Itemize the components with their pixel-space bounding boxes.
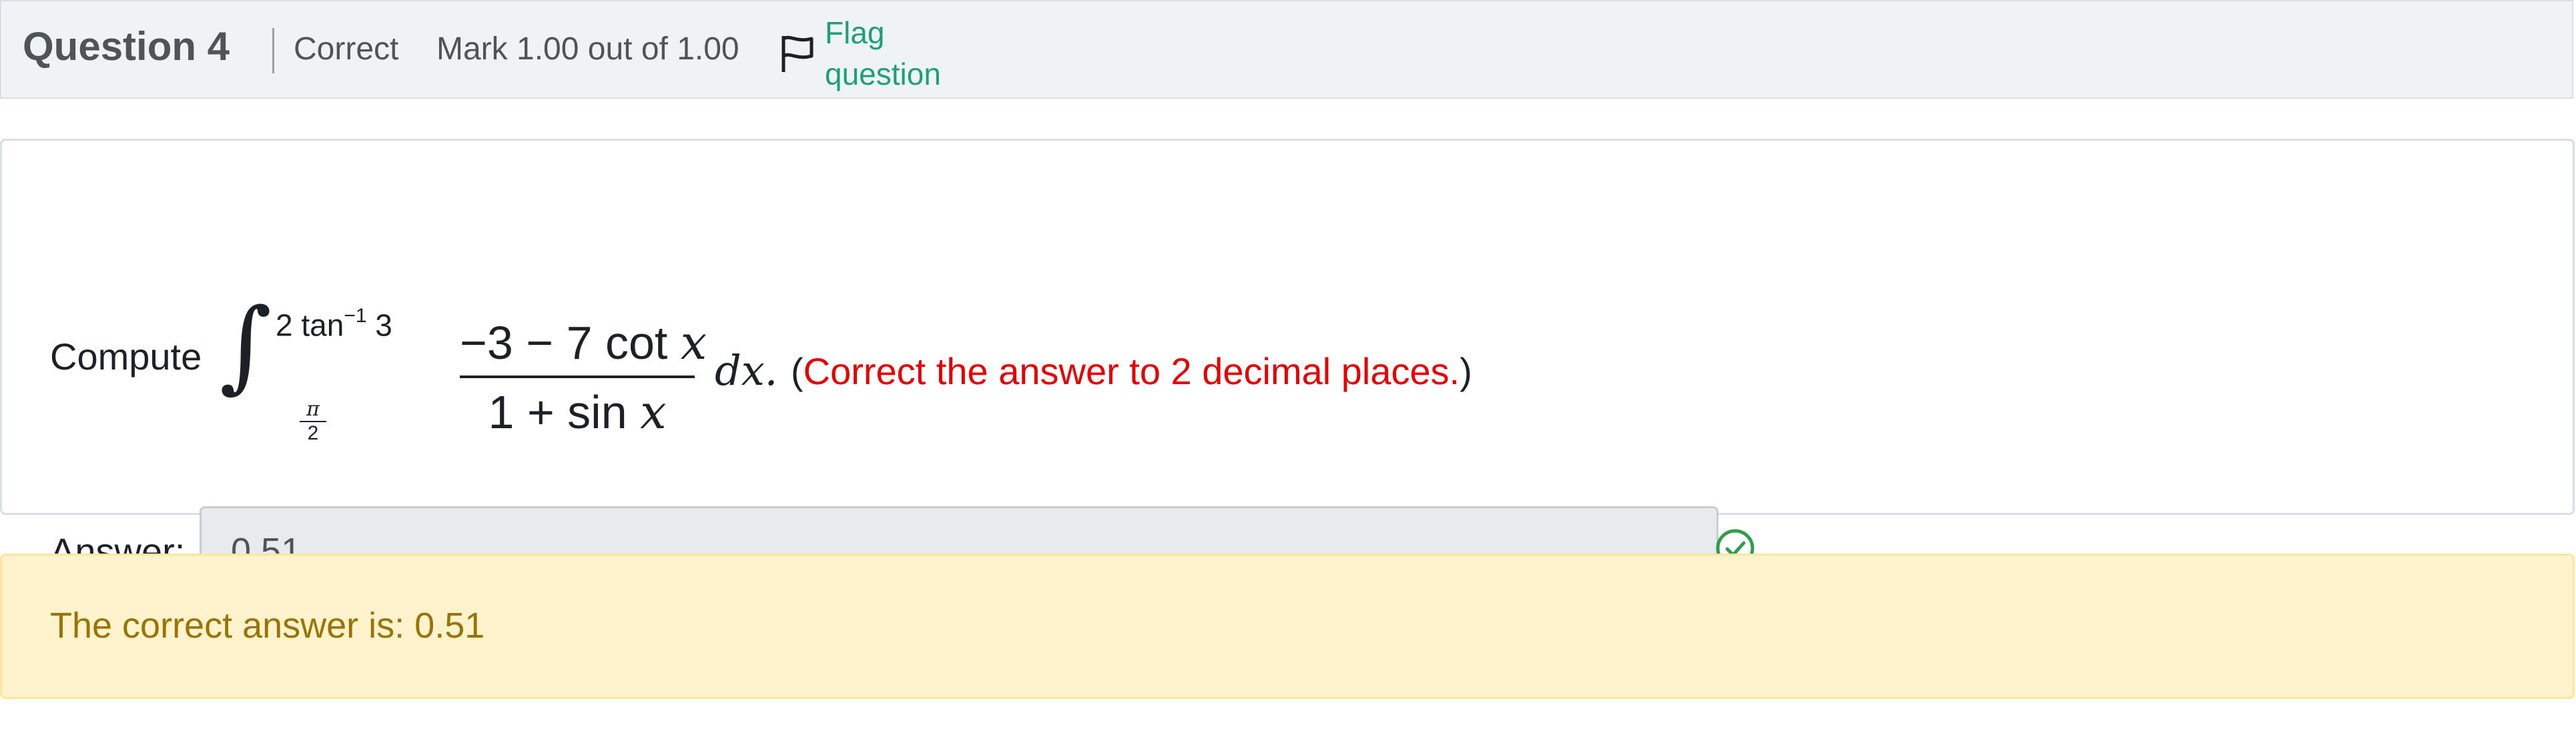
- flag-label-line1: Flag: [825, 15, 885, 50]
- question-text: Compute ∫ 2 tan−1 3 π 2 −3 − 7 cot x 1 +…: [50, 141, 2052, 444]
- numerator-var: x: [680, 315, 707, 370]
- divider: [272, 28, 274, 73]
- denominator-text: 1 + sin: [488, 386, 641, 438]
- numerator: −3 − 7 cot x: [460, 317, 707, 369]
- question-title: Question 4: [23, 24, 230, 69]
- flag-outline-icon[interactable]: [775, 32, 818, 75]
- upper-limit-arg: 3: [366, 307, 392, 343]
- denominator: 1 + sin x: [460, 389, 695, 436]
- correct-answer-text: The correct answer is: 0.51: [50, 606, 485, 646]
- integral-sign: ∫: [220, 287, 272, 404]
- flag-question-link[interactable]: Flag question: [825, 12, 941, 95]
- flag-label-line2: question: [825, 57, 941, 91]
- paren-open: (: [791, 350, 803, 392]
- integrand-fraction: −3 − 7 cot x 1 + sin x: [460, 317, 707, 436]
- formula-row: Compute ∫ 2 tan−1 3 π 2 −3 − 7 cot x 1 +…: [50, 261, 2052, 444]
- instruction: (Correct the answer to 2 decimal places.…: [791, 353, 1472, 390]
- question-info-bar: Question 4 Correct Mark 1.00 out of 1.00…: [0, 0, 2573, 99]
- numerator-text: −3 − 7 cot: [460, 317, 681, 369]
- lower-limit-num: π: [306, 398, 320, 421]
- question-content: Compute ∫ 2 tan−1 3 π 2 −3 − 7 cot x 1 +…: [0, 139, 2575, 596]
- upper-limit-text: 2 tan: [276, 307, 344, 343]
- denominator-var: x: [640, 385, 667, 440]
- question-grade: Mark 1.00 out of 1.00: [436, 31, 739, 67]
- feedback-box: The correct answer is: 0.51: [0, 554, 2575, 699]
- instruction-text: Correct the answer to 2 decimal places.: [803, 350, 1460, 392]
- lower-limit-den: 2: [307, 422, 319, 444]
- paren-close: ): [1460, 350, 1472, 392]
- upper-limit: 2 tan−1 3: [276, 306, 392, 343]
- differential: dx.: [715, 346, 778, 395]
- fraction-bar: [460, 376, 695, 378]
- lower-limit: π 2: [300, 400, 326, 444]
- prompt-lead: Compute: [50, 335, 202, 378]
- upper-limit-exponent: −1: [344, 305, 367, 327]
- question-state: Correct: [294, 31, 399, 67]
